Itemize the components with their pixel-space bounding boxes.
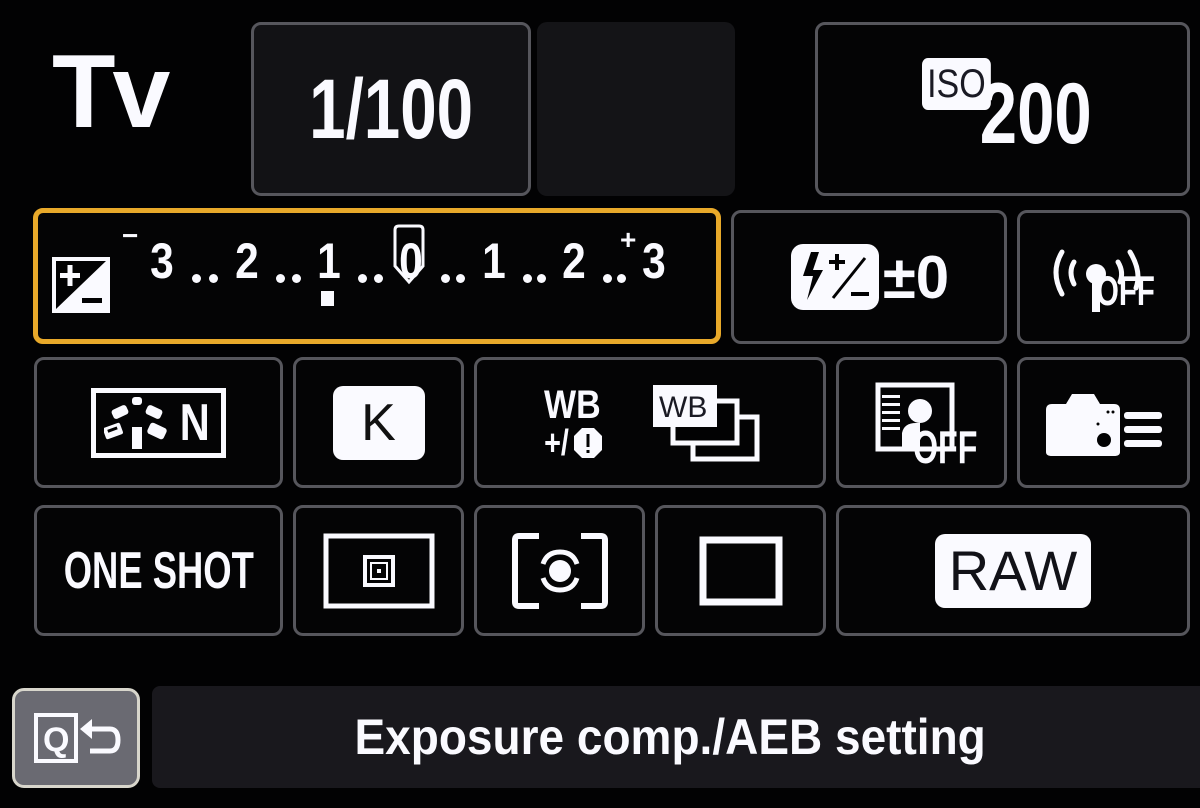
scale-third-stop-dot <box>440 274 450 283</box>
af-method-cell[interactable] <box>293 505 464 636</box>
shutter-speed-value: 1/100 <box>309 61 473 156</box>
scale-label-plus-1: 1 <box>482 233 506 289</box>
picture-style-sun-icon <box>103 396 167 449</box>
af-operation-cell[interactable]: ONE SHOT <box>34 505 283 636</box>
shooting-mode: Tv <box>52 34 170 150</box>
picture-style-value: N <box>179 393 210 452</box>
aperture-cell <box>537 22 735 196</box>
single-shot-drive-icon <box>699 536 782 605</box>
flash-exposure-comp-icon <box>790 244 879 310</box>
image-quality-cell[interactable]: RAW <box>836 505 1190 636</box>
wireless-cell[interactable]: OFF <box>1017 210 1190 344</box>
q-return-icon: Q <box>34 713 121 763</box>
help-text: Exposure comp./AEB setting <box>354 709 986 765</box>
scale-label-minus-3: 3 <box>150 233 174 289</box>
image-quality-value: RAW <box>934 533 1092 608</box>
scale-label-plus-3: 3 <box>642 233 666 289</box>
flash-exposure-comp-value: ±0 <box>882 243 950 311</box>
white-balance-cell[interactable]: K <box>293 357 464 488</box>
scale-third-stop-dot <box>291 274 301 283</box>
exposure-comp-icon <box>52 257 110 313</box>
scale-third-stop-dot <box>373 274 383 283</box>
wb-shift-icon: WB +/ <box>539 385 606 461</box>
scale-third-stop-dot <box>276 274 286 283</box>
scale-third-stop-dot <box>358 274 368 283</box>
scale-third-stop-dot <box>208 274 218 283</box>
scale-third-stop-dot <box>602 274 612 283</box>
af-operation-value: ONE SHOT <box>63 541 254 600</box>
evaluative-metering-icon <box>511 532 608 609</box>
scale-label-minus-2: 2 <box>235 233 259 289</box>
help-bar: Exposure comp./AEB setting <box>152 686 1200 788</box>
camera-custom-controls-icon <box>1045 393 1162 456</box>
scale-third-stop-dot <box>522 274 532 283</box>
face-detect-state: OFF <box>913 421 978 473</box>
face-detect-cell[interactable]: OFF <box>836 357 1007 488</box>
iso-cell[interactable]: ISO 200 <box>815 22 1190 196</box>
picture-style-cell[interactable]: N <box>34 357 283 488</box>
scale-third-stop-dot <box>537 274 547 283</box>
wb-shift-line2: +/ <box>544 421 570 463</box>
custom-controls-cell[interactable] <box>1017 357 1190 488</box>
shutter-speed-cell[interactable]: 1/100 <box>251 22 531 196</box>
drive-mode-cell[interactable] <box>655 505 826 636</box>
q-letter: Q <box>43 721 69 759</box>
wb-bracket-icon: WB <box>653 384 760 461</box>
scale-label-plus-2: 2 <box>562 233 586 289</box>
scale-third-stop-dot <box>456 274 466 283</box>
quick-control-back-button[interactable]: Q <box>12 688 140 788</box>
wb-shift-line1: WB <box>543 382 601 427</box>
plus-sign: + <box>620 224 637 255</box>
wb-shift-bracket-cell[interactable]: WB +/ WB <box>474 357 826 488</box>
scale-third-stop-dot <box>617 274 627 283</box>
wb-bracket-label: WB <box>659 391 707 424</box>
iso-value: 200 <box>979 66 1092 162</box>
picture-style-icon: N <box>90 387 227 458</box>
exposure-scale[interactable]: − + 3 2 1 0 1 2 3 <box>120 220 680 322</box>
flash-exposure-comp-cell[interactable]: ±0 <box>731 210 1007 344</box>
scale-third-stop-dot <box>192 274 202 283</box>
wb-kelvin-icon: K <box>332 385 425 460</box>
zero-pointer-icon <box>393 224 425 285</box>
minus-sign: − <box>122 220 139 251</box>
metering-mode-cell[interactable] <box>474 505 645 636</box>
wb-warning-icon <box>573 427 602 458</box>
wireless-state: OFF <box>1096 267 1155 314</box>
exposure-level-marker <box>321 291 334 306</box>
spot-af-icon <box>323 533 434 608</box>
scale-label-minus-1: 1 <box>317 233 341 289</box>
